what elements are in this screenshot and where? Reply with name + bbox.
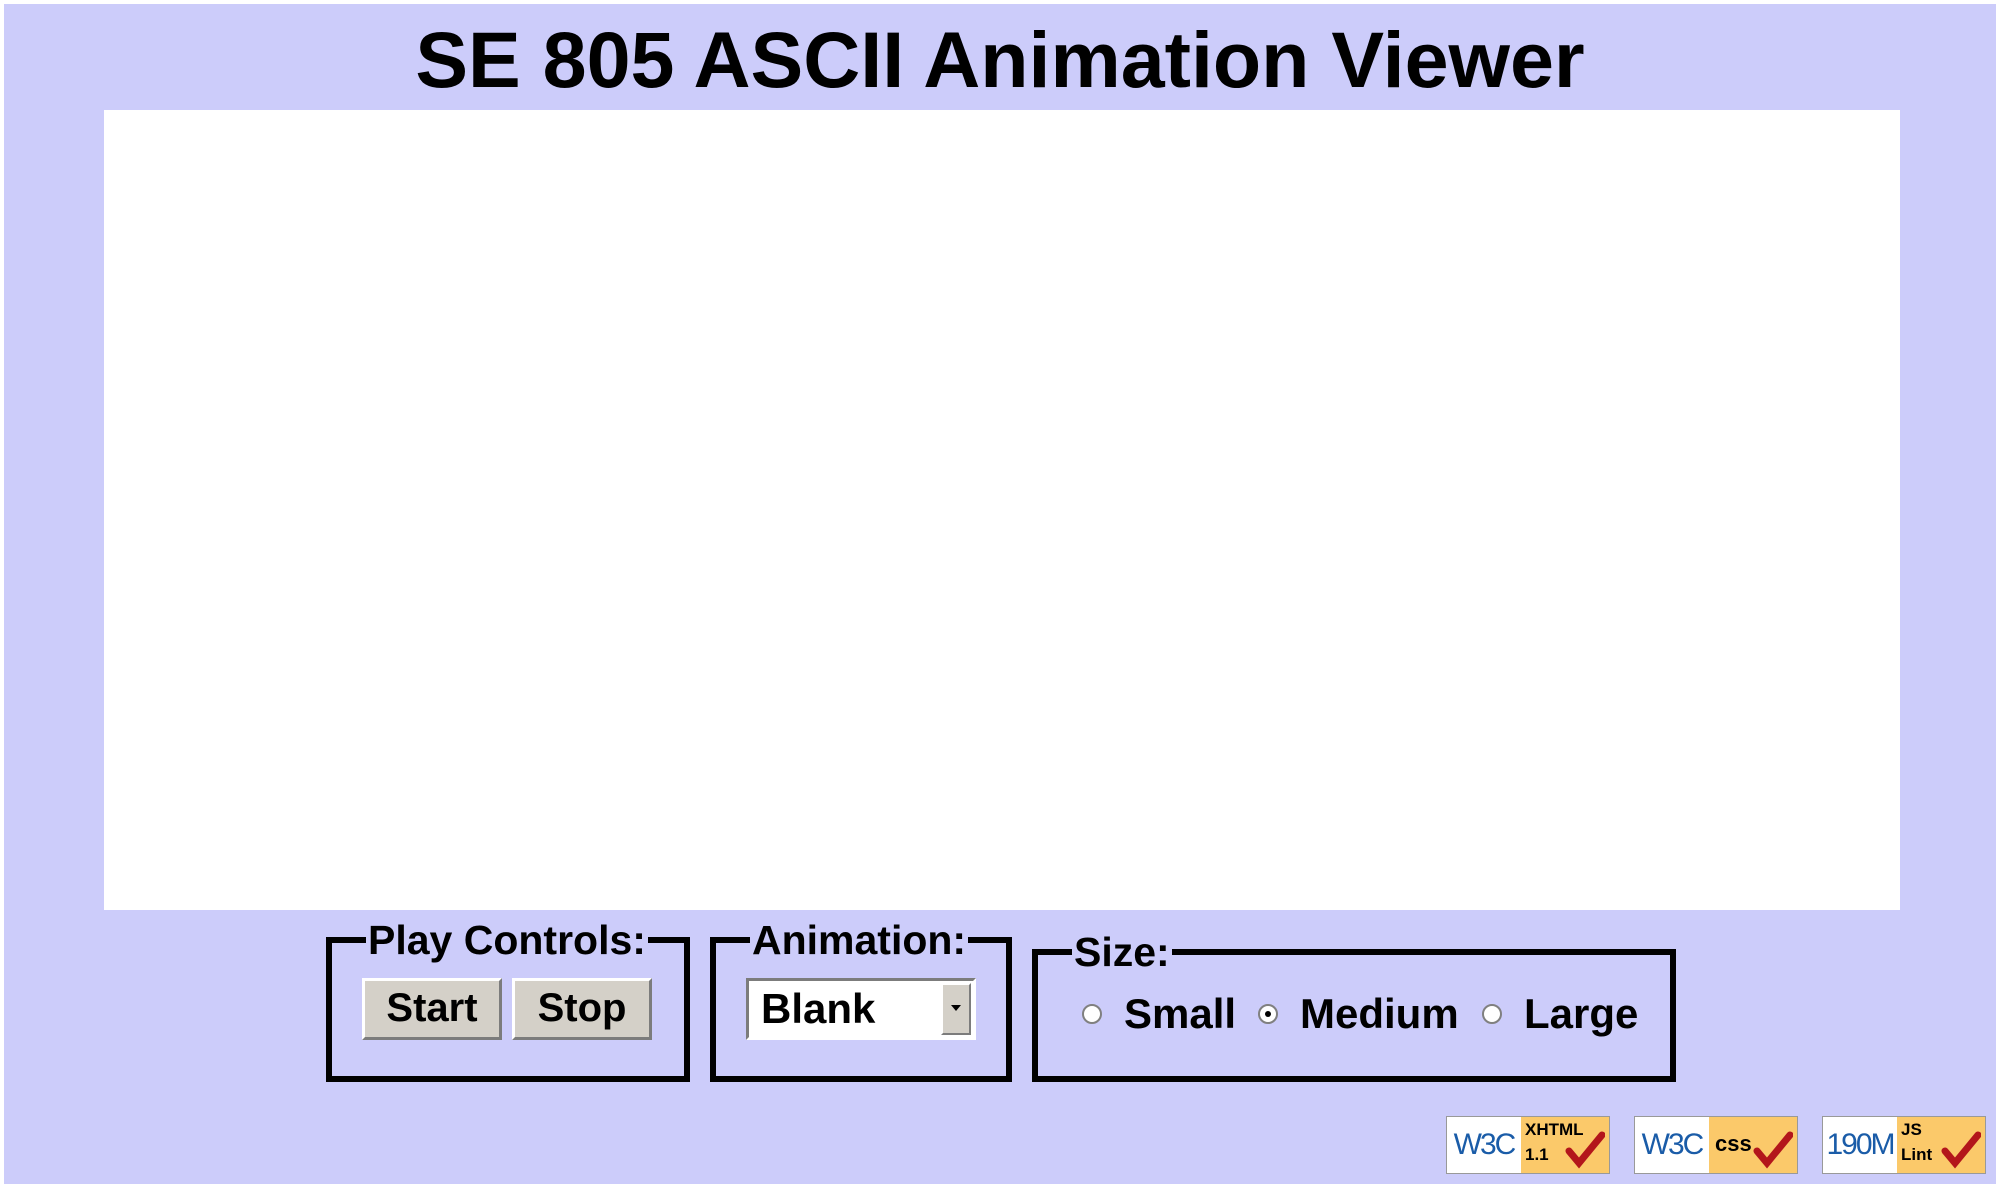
badge-left-text: 190M [1823, 1117, 1897, 1173]
size-radio-large[interactable] [1482, 1004, 1502, 1024]
size-label-medium[interactable]: Medium [1300, 990, 1459, 1038]
chevron-down-icon [951, 1005, 961, 1011]
badge-line2: Lint [1901, 1145, 1933, 1164]
page-title: SE 805 ASCII Animation Viewer [415, 15, 1585, 104]
animation-select-value: Blank [761, 985, 876, 1032]
badge-line2: 1.1 [1525, 1145, 1549, 1164]
badge-line1: css [1715, 1131, 1752, 1156]
animation-legend: Animation: [752, 917, 967, 963]
w3c-css-badge[interactable]: W3C css [1634, 1116, 1798, 1174]
jslint-badge[interactable]: 190M JS Lint [1822, 1116, 1986, 1174]
check-icon [1753, 1131, 1793, 1169]
badge-line1: JS [1901, 1120, 1922, 1139]
w3c-xhtml-badge[interactable]: W3C XHTML 1.1 [1446, 1116, 1610, 1174]
size-radio-small[interactable] [1082, 1004, 1102, 1024]
play-controls-legend: Play Controls: [368, 917, 646, 963]
size-label-large[interactable]: Large [1524, 990, 1638, 1038]
size-label-small[interactable]: Small [1124, 990, 1236, 1038]
animation-select[interactable]: Blank [746, 978, 976, 1040]
check-icon [1941, 1131, 1981, 1169]
start-button[interactable]: Start [362, 978, 502, 1040]
size-radio-medium[interactable] [1258, 1004, 1278, 1024]
badge-left-text: W3C [1447, 1117, 1521, 1173]
size-legend: Size: [1074, 929, 1170, 975]
animation-display-area [104, 110, 1900, 910]
check-icon [1565, 1131, 1605, 1169]
badge-left-text: W3C [1635, 1117, 1709, 1173]
select-dropdown-button[interactable] [941, 983, 971, 1035]
stop-button[interactable]: Stop [512, 978, 652, 1040]
